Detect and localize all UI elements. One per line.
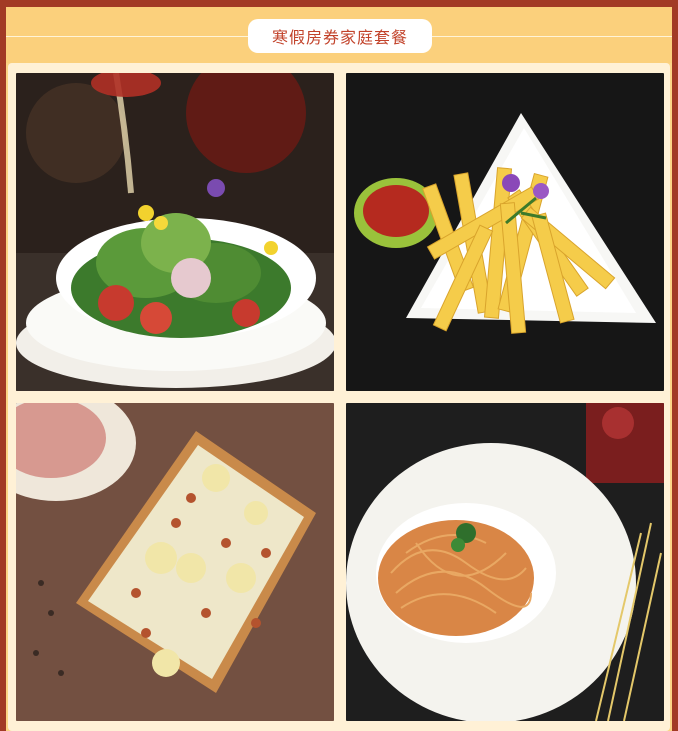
- package-title-badge: 寒假房券家庭套餐: [248, 19, 432, 53]
- fries-photo: [346, 73, 664, 391]
- header-band: 寒假房券家庭套餐: [6, 7, 672, 63]
- salad-photo: [16, 73, 334, 391]
- pizza-photo: [16, 403, 334, 721]
- promo-card: 寒假房券家庭套餐: [0, 0, 678, 731]
- spaghetti-photo: [346, 403, 664, 721]
- photo-panel: [8, 63, 670, 731]
- package-title: 寒假房券家庭套餐: [271, 28, 408, 47]
